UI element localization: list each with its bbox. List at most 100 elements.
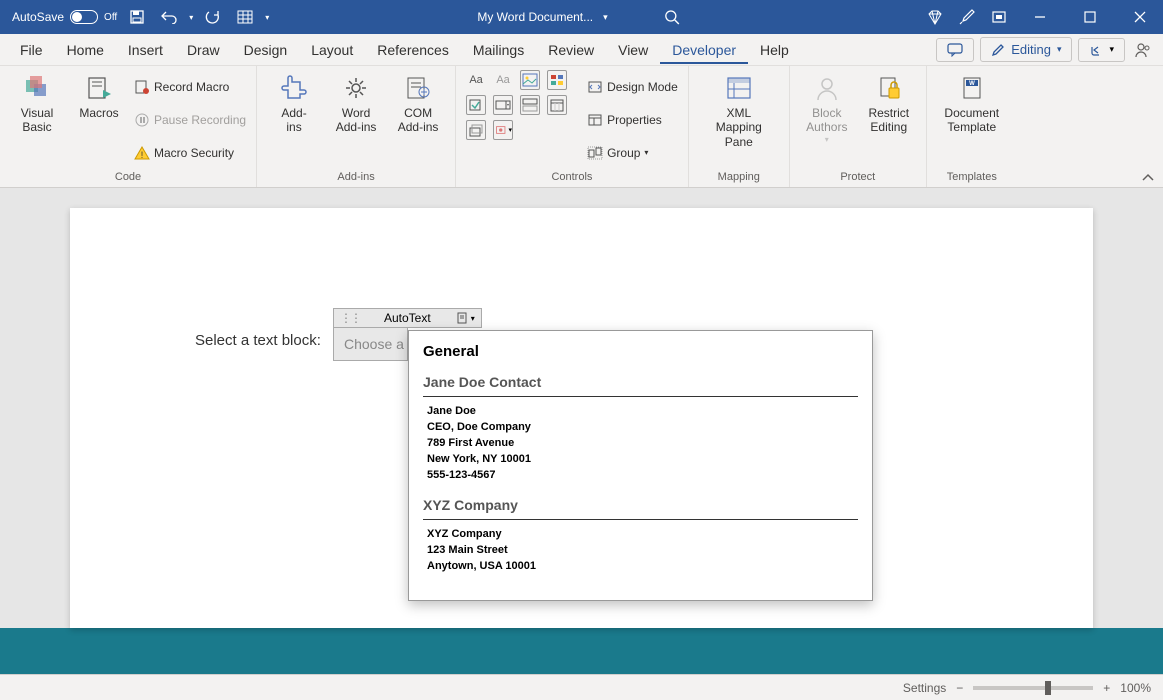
diamond-icon[interactable] [921, 3, 949, 31]
menu-draw[interactable]: Draw [175, 36, 232, 64]
warning-icon: ! [134, 145, 150, 161]
zoom-in-button[interactable]: + [1103, 681, 1110, 695]
design-mode-button[interactable]: Design Mode [587, 79, 678, 95]
autotext-dropdown-panel: General Jane Doe Contact Jane Doe CEO, D… [408, 330, 873, 601]
close-button[interactable] [1117, 0, 1163, 34]
titlebar: AutoSave Off ▾ ▾ My Word Document... ▾ [0, 0, 1163, 34]
select-text-label: Select a text block: [195, 332, 321, 349]
addins-icon [278, 72, 310, 104]
plain-text-control-icon[interactable]: Aa [493, 70, 513, 90]
menu-layout[interactable]: Layout [299, 36, 365, 64]
macros-button[interactable]: Macros [72, 70, 126, 169]
addins-button[interactable]: Add- ins [267, 70, 321, 169]
zoom-out-button[interactable]: − [956, 681, 963, 695]
dropdown-control-icon[interactable] [520, 95, 540, 115]
menu-mailings[interactable]: Mailings [461, 36, 536, 64]
macro-security-button[interactable]: ! Macro Security [134, 144, 246, 162]
save-icon[interactable] [125, 5, 149, 29]
autotext-entry-0[interactable]: Jane Doe CEO, Doe Company 789 First Aven… [423, 396, 858, 497]
properties-icon [587, 113, 603, 127]
chevron-down-icon: ▾ [825, 135, 829, 144]
chevron-down-icon: ▾ [1109, 44, 1114, 55]
brush-icon[interactable] [953, 3, 981, 31]
app-icon[interactable] [985, 3, 1013, 31]
entry-title-0: Jane Doe Contact [423, 374, 858, 390]
menu-references[interactable]: References [365, 36, 461, 64]
qat-dropdown[interactable]: ▾ [265, 13, 269, 22]
design-mode-icon [587, 80, 603, 94]
zoom-slider[interactable] [973, 686, 1093, 690]
redo-icon[interactable] [201, 5, 225, 29]
gear-icon [340, 72, 372, 104]
word-addins-button[interactable]: Word Add-ins [329, 70, 383, 169]
record-icon [134, 79, 150, 95]
menu-file[interactable]: File [8, 36, 55, 64]
search-icon[interactable] [658, 3, 686, 31]
code-group-label: Code [10, 169, 246, 185]
autotext-entry-1[interactable]: XYZ Company 123 Main Street Anytown, USA… [423, 519, 858, 588]
autosave-toggle[interactable]: AutoSave Off [12, 10, 117, 24]
zoom-thumb[interactable] [1045, 681, 1051, 695]
visual-basic-icon [21, 72, 53, 104]
table-icon[interactable] [233, 5, 257, 29]
chevron-down-icon: ▾ [644, 148, 648, 157]
menu-review[interactable]: Review [536, 36, 606, 64]
legacy-tools-icon[interactable]: ▾ [493, 120, 513, 140]
record-macro-button[interactable]: Record Macro [134, 78, 246, 96]
drag-handle-icon[interactable]: ⋮⋮ [340, 311, 360, 325]
content-control-placeholder[interactable]: Choose a [333, 327, 408, 361]
autotext-tag[interactable]: ⋮⋮ AutoText ▾ [333, 308, 482, 328]
building-block-control-icon[interactable] [547, 70, 567, 90]
com-addins-button[interactable]: COM Add-ins [391, 70, 445, 169]
group-icon [587, 146, 603, 160]
menu-help[interactable]: Help [748, 36, 801, 64]
toggle-knob [72, 12, 82, 22]
svg-text:!: ! [141, 150, 144, 160]
properties-button[interactable]: Properties [587, 112, 678, 128]
menu-view[interactable]: View [606, 36, 660, 64]
menu-home[interactable]: Home [55, 36, 116, 64]
comments-button[interactable] [936, 38, 974, 62]
ribbon-collapse-button[interactable] [1141, 173, 1155, 183]
undo-dropdown[interactable]: ▾ [189, 13, 193, 22]
block-authors-button[interactable]: Block Authors ▾ [800, 70, 854, 169]
menu-developer[interactable]: Developer [660, 36, 748, 64]
editing-button[interactable]: Editing ▾ [980, 37, 1072, 62]
combobox-control-icon[interactable] [493, 95, 513, 115]
ribbon-group-addins: Add- ins Word Add-ins COM Add-ins Add-in… [257, 66, 456, 187]
user-icon[interactable] [1131, 38, 1155, 62]
rich-text-control-icon[interactable]: Aa [466, 70, 486, 90]
toggle-track[interactable] [70, 10, 98, 24]
undo-icon[interactable] [157, 5, 181, 29]
visual-basic-button[interactable]: Visual Basic [10, 70, 64, 169]
minimize-button[interactable] [1017, 0, 1063, 34]
pause-icon [134, 112, 150, 128]
xml-mapping-button[interactable]: XML Mapping Pane [699, 70, 779, 169]
menubar: File Home Insert Draw Design Layout Refe… [0, 34, 1163, 66]
document-title[interactable]: My Word Document... [477, 10, 593, 24]
menu-insert[interactable]: Insert [116, 36, 175, 64]
repeat-control-icon[interactable] [466, 120, 486, 140]
settings-label[interactable]: Settings [903, 681, 946, 695]
document-template-button[interactable]: W Document Template [937, 70, 1007, 169]
com-addins-icon [402, 72, 434, 104]
share-button[interactable]: ▾ [1078, 38, 1125, 62]
maximize-button[interactable] [1067, 0, 1113, 34]
ribbon: Visual Basic Macros Record Macro Pause R… [0, 66, 1163, 188]
checkbox-control-icon[interactable] [466, 95, 486, 115]
picture-control-icon[interactable] [520, 70, 540, 90]
restrict-editing-button[interactable]: Restrict Editing [862, 70, 916, 169]
title-dropdown-icon[interactable]: ▾ [603, 12, 608, 23]
titlebar-right [921, 0, 1163, 34]
controls-group-label: Controls [466, 169, 678, 185]
svg-text:W: W [969, 81, 975, 87]
document-template-icon: W [956, 72, 988, 104]
document-icon [455, 311, 469, 325]
zoom-level[interactable]: 100% [1120, 681, 1151, 695]
ribbon-group-protect: Block Authors ▾ Restrict Editing Protect [790, 66, 927, 187]
autotext-dropdown-button[interactable]: ▾ [455, 311, 475, 325]
protect-group-label: Protect [800, 169, 916, 185]
group-button[interactable]: Group ▾ [587, 145, 678, 161]
menu-design[interactable]: Design [232, 36, 300, 64]
date-control-icon[interactable] [547, 95, 567, 115]
